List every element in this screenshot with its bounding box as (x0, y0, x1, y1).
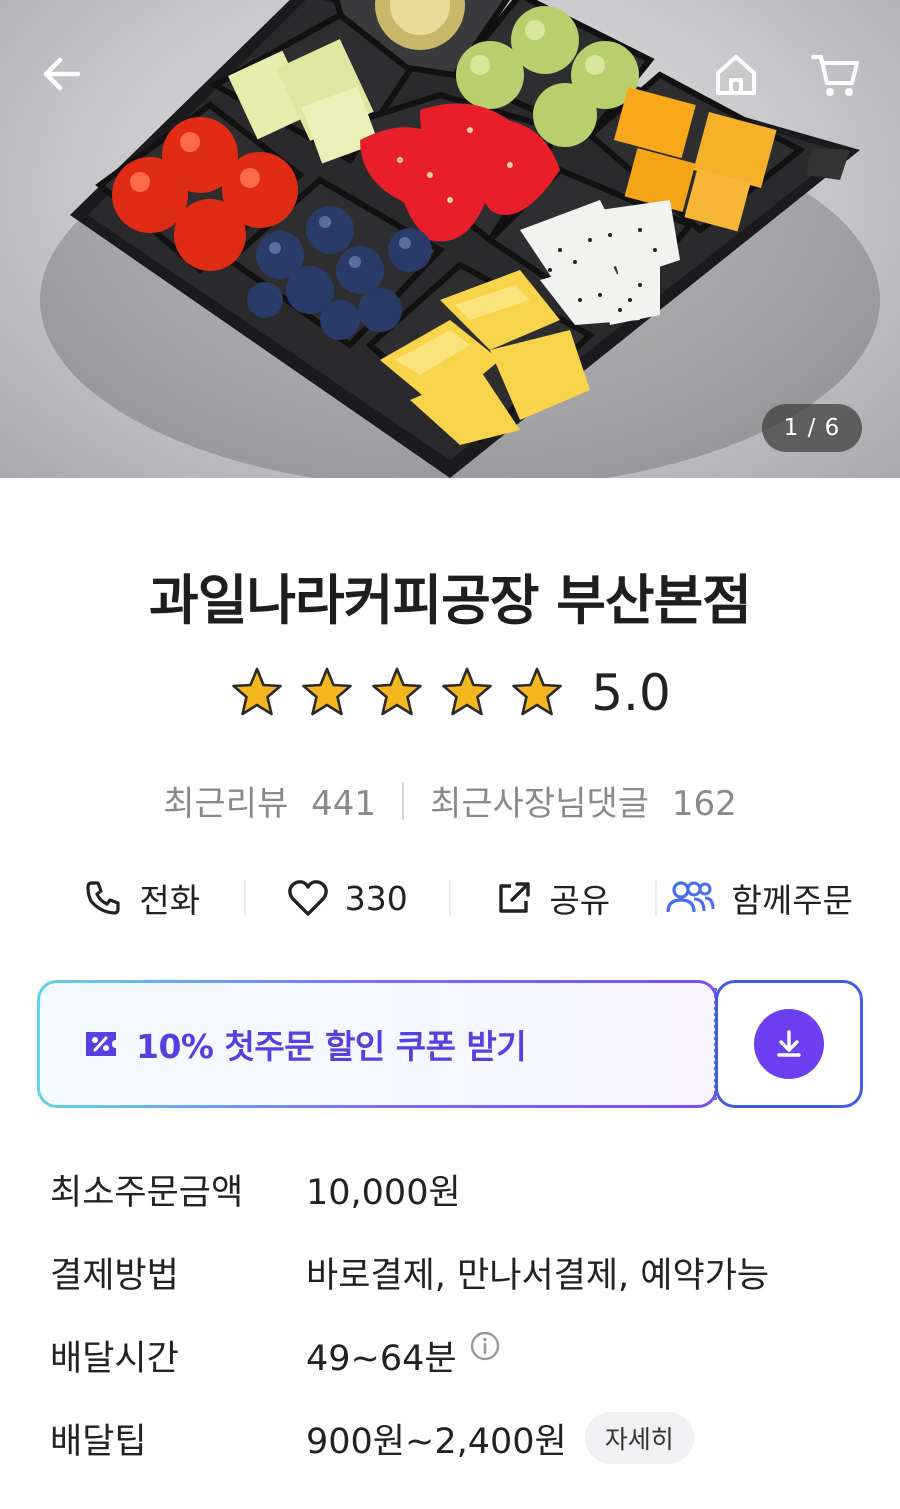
review-stats: 최근리뷰 441 최근사장님댓글 162 (0, 776, 900, 825)
home-icon (716, 55, 756, 95)
star-icon (372, 667, 423, 716)
arrow-left-icon (43, 57, 81, 91)
delivery-tip-text: 900원~2,400원 (306, 1421, 567, 1462)
group-order-button[interactable]: 함께주문 (657, 866, 861, 930)
group-icon (665, 881, 715, 913)
payment-row: 결제방법 바로결제, 만나서결제, 예약가능 (50, 1247, 870, 1298)
owner-replies-link[interactable]: 최근사장님댓글 162 (430, 776, 737, 825)
share-label: 공유 (549, 881, 611, 920)
download-icon (777, 1030, 801, 1057)
rating-row: 5.0 (0, 664, 900, 722)
coupon-claim-button[interactable]: 10% 첫주문 할인 쿠폰 받기 (37, 980, 718, 1108)
min-order-value: 10,000원 (306, 1173, 461, 1213)
heart-icon (287, 880, 328, 916)
rating-value: 5.0 (591, 664, 671, 722)
star-icon (512, 667, 563, 716)
share-icon (499, 882, 531, 913)
star-rating (229, 665, 565, 721)
delivery-tip-detail-button[interactable]: 자세히 (584, 1412, 694, 1464)
phone-icon (86, 881, 120, 915)
owner-replies-count: 162 (671, 784, 737, 824)
divider (402, 781, 405, 820)
recent-reviews-count: 441 (311, 784, 377, 824)
store-name: 과일나라커피공장 부산본점 (149, 569, 752, 632)
info-icon[interactable] (469, 1330, 501, 1362)
star-icon (302, 667, 353, 716)
min-order-label: 최소주문금액 (50, 1173, 244, 1213)
cart-button[interactable] (806, 44, 866, 104)
delivery-tip-row: 배달팁 900원~2,400원 자세히 (50, 1412, 870, 1464)
coupon-download-button[interactable] (715, 980, 863, 1108)
group-order-label: 함께주문 (731, 881, 853, 920)
coupon-banner: 10% 첫주문 할인 쿠폰 받기 (37, 980, 863, 1108)
recent-reviews-label: 최근리뷰 (163, 784, 289, 824)
delivery-tip-label: 배달팁 (50, 1421, 147, 1462)
recent-reviews-link[interactable]: 최근리뷰 441 (163, 776, 376, 825)
cart-icon (811, 55, 859, 96)
coupon-text: 10% 첫주문 할인 쿠폰 받기 (136, 1027, 527, 1066)
home-button[interactable] (706, 44, 766, 104)
star-icon (442, 667, 493, 716)
owner-replies-label: 최근사장님댓글 (430, 784, 650, 824)
delivery-time-text: 49~64분 (306, 1339, 457, 1379)
delivery-time-label: 배달시간 (50, 1339, 179, 1379)
coupon-icon (86, 1032, 116, 1056)
back-button[interactable] (32, 44, 92, 104)
action-bar: 전화 330 공유 함께주문 (40, 866, 860, 930)
delivery-time-value: 49~64분 (306, 1330, 501, 1381)
payment-value: 바로결제, 만나서결제, 예약가능 (306, 1256, 770, 1296)
hero-image[interactable]: 1 / 6 (0, 0, 900, 478)
like-count: 330 (344, 878, 408, 918)
share-button[interactable]: 공유 (451, 866, 655, 930)
like-button[interactable]: 330 (246, 866, 450, 930)
call-label: 전화 (139, 881, 201, 920)
download-circle (754, 1009, 824, 1079)
star-icon (232, 667, 283, 716)
image-counter: 1 / 6 (762, 404, 862, 452)
delivery-tip-value: 900원~2,400원 자세히 (306, 1412, 694, 1464)
min-order-row: 최소주문금액 10,000원 (50, 1164, 870, 1215)
delivery-time-row: 배달시간 49~64분 (50, 1330, 870, 1381)
call-button[interactable]: 전화 (40, 866, 244, 930)
payment-label: 결제방법 (50, 1256, 179, 1296)
